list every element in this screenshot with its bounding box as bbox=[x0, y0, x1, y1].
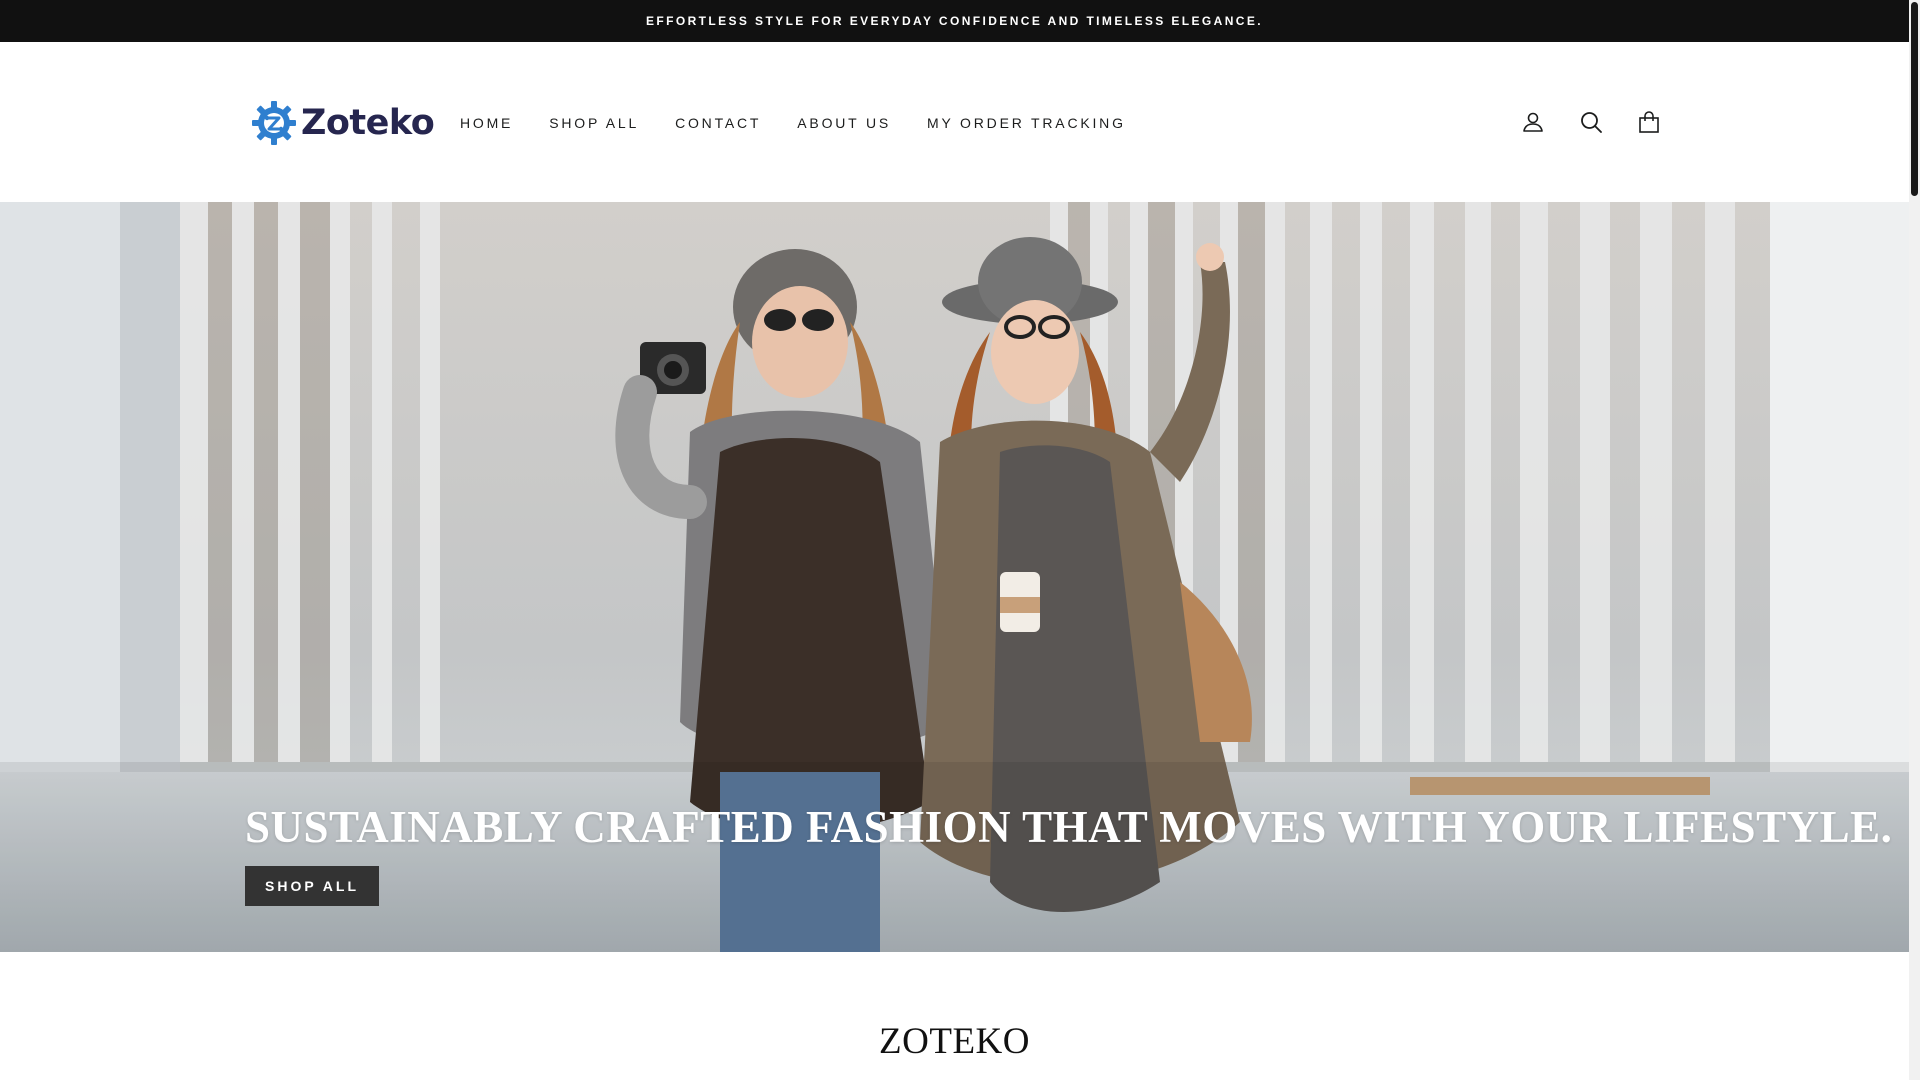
cart-icon[interactable] bbox=[1633, 106, 1665, 138]
scrollbar-thumb[interactable] bbox=[1911, 2, 1918, 196]
nav-about-us[interactable]: ABOUT US bbox=[797, 111, 891, 135]
logo-text: Zoteko bbox=[301, 103, 435, 143]
nav-order-tracking[interactable]: MY ORDER TRACKING bbox=[927, 111, 1126, 135]
logo[interactable]: Zoteko bbox=[251, 98, 435, 148]
hero-shop-all-button[interactable]: SHOP ALL bbox=[245, 866, 380, 906]
nav-shop-all[interactable]: SHOP ALL bbox=[549, 111, 639, 135]
account-icon[interactable] bbox=[1517, 106, 1549, 138]
hero-content: SUSTAINABLY CRAFTED FASHION THAT MOVES W… bbox=[245, 802, 1892, 906]
hero-title: SUSTAINABLY CRAFTED FASHION THAT MOVES W… bbox=[245, 802, 1893, 852]
main-nav: HOME SHOP ALL CONTACT ABOUT US MY ORDER … bbox=[460, 111, 1162, 135]
scrollbar[interactable] bbox=[1909, 0, 1920, 1080]
page: EFFORTLESS STYLE FOR EVERYDAY CONFIDENCE… bbox=[0, 0, 1909, 1080]
nav-home[interactable]: HOME bbox=[460, 111, 513, 135]
announcement-text: EFFORTLESS STYLE FOR EVERYDAY CONFIDENCE… bbox=[645, 14, 1264, 28]
section-title: ZOTEKO bbox=[879, 1021, 1030, 1062]
site-header: Zoteko HOME SHOP ALL CONTACT ABOUT US MY… bbox=[0, 42, 1909, 202]
search-icon[interactable] bbox=[1575, 106, 1607, 138]
nav-contact[interactable]: CONTACT bbox=[675, 111, 761, 135]
header-icons bbox=[1491, 106, 1665, 138]
hero-banner: SUSTAINABLY CRAFTED FASHION THAT MOVES W… bbox=[0, 202, 1909, 952]
announcement-bar: EFFORTLESS STYLE FOR EVERYDAY CONFIDENCE… bbox=[0, 0, 1909, 42]
logo-gear-icon bbox=[252, 101, 296, 145]
